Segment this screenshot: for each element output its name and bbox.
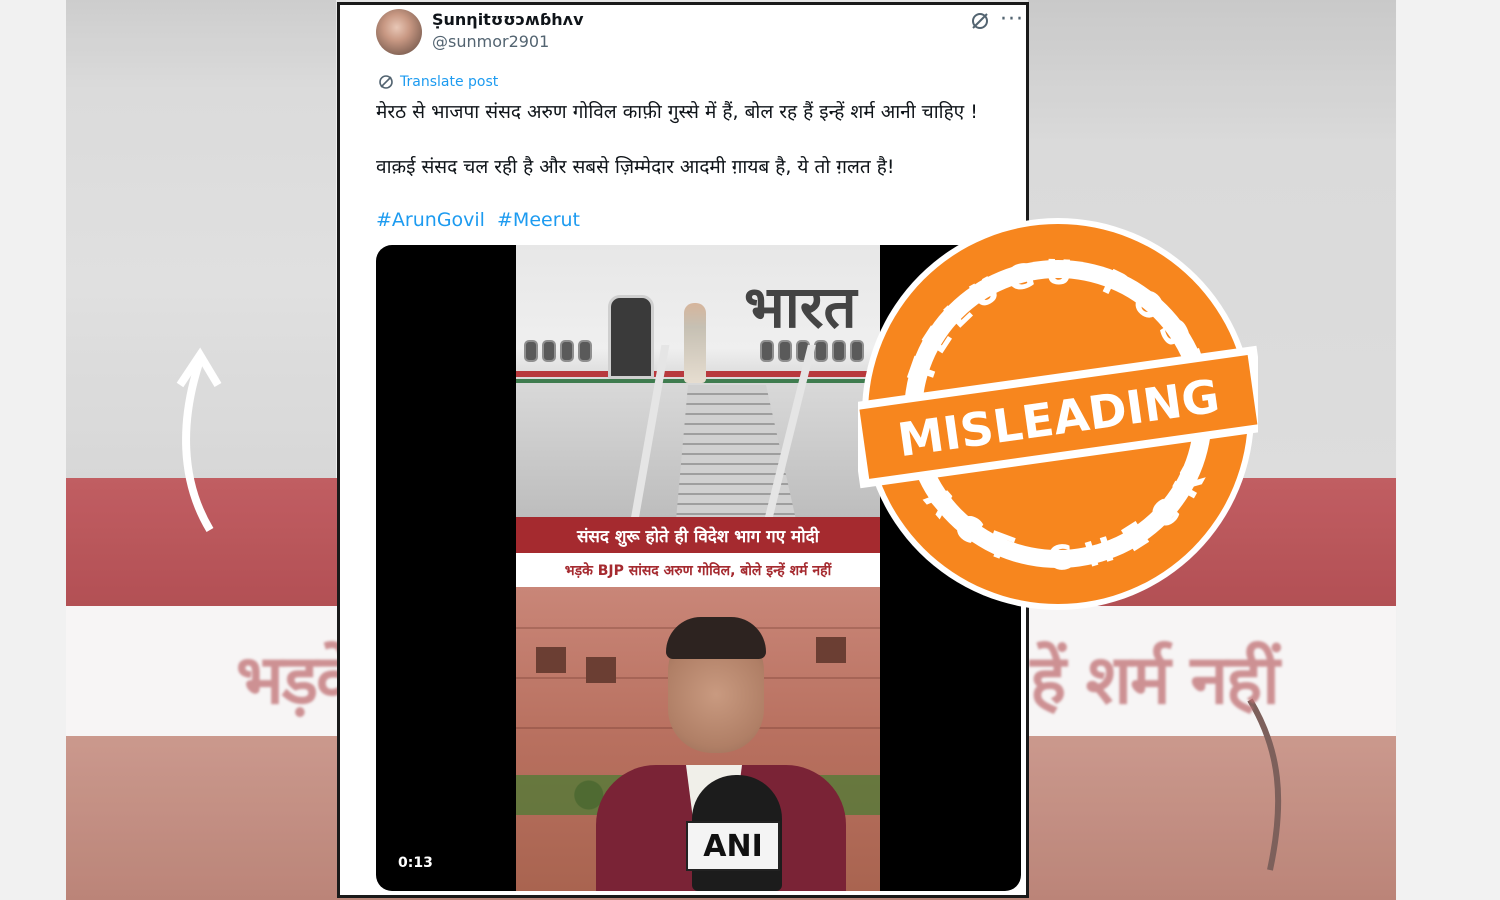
- translate-label: Translate post: [400, 74, 499, 90]
- video-frame: भारत संसद शुरू होते ही विदेश भाग गए मोदी…: [516, 245, 880, 891]
- hashtags: #ArunGovil #Meerut: [376, 209, 586, 231]
- fact-check-stamp: TELUGU POST FACT CHECK MISLEADING: [858, 218, 1258, 610]
- plane-lettering: भारत: [744, 273, 857, 341]
- waving-person: [684, 303, 706, 383]
- grok-icon[interactable]: [970, 11, 990, 31]
- user-handle[interactable]: @sunmor2901: [432, 32, 549, 51]
- avatar[interactable]: [376, 9, 422, 55]
- video-duration: 0:13: [398, 855, 433, 871]
- more-icon[interactable]: ···: [1000, 7, 1024, 32]
- hashtag-arungovil[interactable]: #ArunGovil: [376, 209, 485, 231]
- airplane-scene: भारत: [516, 245, 880, 520]
- boarding-stairs: [676, 385, 796, 520]
- tweet-text-line1: मेरठ से भाजपा संसद अरुण गोविल काफ़ी गुस्…: [376, 101, 978, 123]
- tweet-text-line2: वाक़ई संसद चल रही है और सबसे ज़िम्मेदार …: [376, 156, 895, 178]
- video-caption-white: भड़के BJP सांसद अरुण गोविल, बोले इन्हें …: [516, 553, 880, 587]
- translate-icon: [379, 75, 393, 89]
- plane-door: [608, 295, 654, 379]
- translate-post-link[interactable]: Translate post: [378, 74, 498, 90]
- display-name[interactable]: Ṣunηitʊʊɔʍɓhʌv: [432, 10, 584, 29]
- mic-logo: ANI: [686, 821, 780, 871]
- video-caption-red: संसद शुरू होते ही विदेश भाग गए मोदी: [516, 517, 880, 553]
- hashtag-meerut[interactable]: #Meerut: [497, 209, 580, 231]
